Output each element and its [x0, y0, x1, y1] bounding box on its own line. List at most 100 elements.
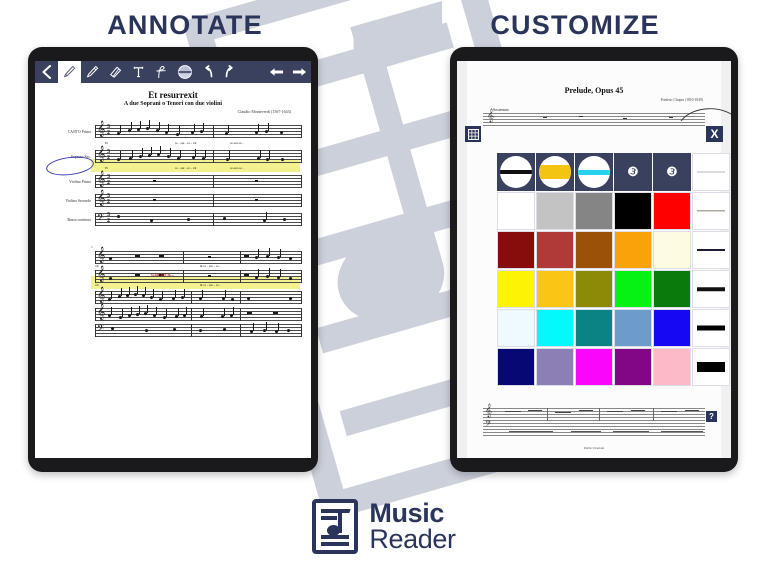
palette-swatch-orange[interactable]	[614, 231, 652, 269]
grid-icon[interactable]	[465, 126, 481, 142]
treble-clef-icon: 𝄞	[97, 171, 106, 187]
staff-violino-primo-sys2[interactable]: 𝄞	[95, 286, 302, 304]
highlighter-icon[interactable]	[81, 61, 104, 83]
palette-swatch-gray[interactable]	[575, 192, 613, 230]
staff-soprano-sec[interactable]: 𝄞 32	[95, 146, 302, 163]
close-x-icon[interactable]: X	[706, 126, 723, 142]
watermark-note-stem	[350, 20, 443, 268]
score-title-right: Prelude, Opus 45	[564, 86, 624, 95]
color-circle-icon[interactable]	[173, 61, 196, 83]
score-system-1: CANTO Primo 𝄞 32 Et re - sur - re - xit …	[45, 120, 302, 229]
palette-swatch-stamp-tool-1[interactable]: ❸	[614, 153, 652, 191]
score-composer: Claudio Monteverdi (1567-1643)	[237, 109, 291, 114]
bass-clef-icon: 𝄢	[97, 323, 105, 336]
palette-swatch-magenta[interactable]	[575, 348, 613, 386]
staff-basso-continuo-sys2[interactable]: 𝄢	[95, 322, 302, 337]
time-signature: 32	[107, 124, 110, 136]
palette-swatch-stamp-tool-2[interactable]: ❸	[653, 153, 691, 191]
score-title: Et resurrexit	[148, 90, 198, 100]
watermark-note-flag	[353, 0, 443, 52]
eraser-icon[interactable]	[104, 61, 127, 83]
palette-swatch-brown[interactable]	[575, 231, 613, 269]
palette-swatch-medium-purple[interactable]	[536, 348, 574, 386]
palette-swatch-dark-green[interactable]	[653, 270, 691, 308]
lyric: re-sur-re -	[230, 141, 244, 145]
stroke-sample	[539, 165, 571, 179]
palette-swatch-black[interactable]	[614, 192, 652, 230]
sheet-music-right[interactable]: Prelude, Opus 45 Frederic Chopin (1810-1…	[457, 61, 731, 458]
staff-violino-primo[interactable]: 𝄞 32	[95, 171, 302, 188]
color-palette-grid[interactable]: ❸❸	[497, 153, 730, 386]
palette-swatch-red[interactable]	[653, 192, 691, 230]
palette-swatch-width-hairline[interactable]	[692, 153, 730, 191]
bottom-staves-group[interactable]: 𝄞 𝄢	[467, 404, 721, 436]
thin-highlighter-preview	[578, 156, 610, 188]
palette-swatch-width-2[interactable]	[692, 231, 730, 269]
redo-icon[interactable]	[219, 61, 242, 83]
lyric: & re - sur - re -	[200, 283, 221, 287]
palette-swatch-highlighter-preview[interactable]	[536, 153, 574, 191]
palette-swatch-yellow[interactable]	[497, 270, 535, 308]
palette-swatch-purple[interactable]	[614, 348, 652, 386]
staff-row: 𝄢	[45, 322, 302, 338]
palette-swatch-olive[interactable]	[575, 270, 613, 308]
time-signature: 32	[107, 149, 110, 161]
staff-canto-primo[interactable]: 𝄞 32	[95, 120, 302, 138]
sheet-music-left[interactable]: Et resurrexit A due Soprani o Tenori con…	[35, 83, 311, 458]
palette-swatch-light-gray[interactable]	[536, 192, 574, 230]
palette-swatch-navy[interactable]	[497, 348, 535, 386]
palette-swatch-white[interactable]	[497, 192, 535, 230]
staff-canto-primo-sys2[interactable]: 𝄞	[95, 248, 302, 264]
help-question-icon[interactable]: ?	[706, 411, 717, 422]
width-sample	[697, 210, 725, 212]
stroke-sample	[578, 169, 610, 175]
treble-clef-icon: 𝄞	[97, 304, 106, 320]
staff-label: CANTO Primo	[67, 129, 91, 134]
palette-swatch-teal[interactable]	[575, 309, 613, 347]
lyric: Et	[105, 141, 109, 145]
pencil-icon[interactable]	[58, 61, 81, 83]
palette-swatch-width-1[interactable]	[692, 192, 730, 230]
tablet-left-screen: Et resurrexit A due Soprani o Tenori con…	[35, 61, 311, 458]
pen-preview	[500, 156, 532, 188]
back-chevron-icon[interactable]	[35, 61, 58, 83]
staff-bottom-2[interactable]: 𝄢	[483, 421, 705, 436]
palette-swatch-azure[interactable]	[497, 309, 535, 347]
time-signature: 32	[107, 193, 110, 205]
palette-swatch-bright-green[interactable]	[614, 270, 652, 308]
palette-swatch-dark-red[interactable]	[497, 231, 535, 269]
palette-swatch-pen-preview[interactable]	[497, 153, 535, 191]
palette-swatch-steel-blue[interactable]	[614, 309, 652, 347]
staff-bottom-1[interactable]: 𝄞	[483, 404, 705, 421]
slur-tool-icon[interactable]	[150, 61, 173, 83]
lyric: re - sur - re - xit	[175, 141, 197, 145]
lyric: re-sur-re -	[230, 166, 244, 170]
score-footer: Public Domain	[583, 446, 605, 450]
tablet-right-device: Prelude, Opus 45 Frederic Chopin (1810-1…	[450, 47, 738, 472]
lyric: & re - sur - re -	[200, 264, 221, 268]
palette-swatch-thin-highlighter-preview[interactable]	[575, 153, 613, 191]
undo-icon[interactable]	[196, 61, 219, 83]
palette-swatch-ivory[interactable]	[653, 231, 691, 269]
palette-swatch-width-5[interactable]	[692, 348, 730, 386]
staff-soprano-sec-sys2[interactable]: 𝄞	[95, 267, 302, 283]
palette-swatch-brick-red[interactable]	[536, 231, 574, 269]
text-annotation: wait for it...	[151, 272, 174, 277]
palette-swatch-width-3[interactable]	[692, 270, 730, 308]
palette-swatch-pink[interactable]	[653, 348, 691, 386]
text-tool-icon[interactable]	[127, 61, 150, 83]
staff-violino-secondo[interactable]: 𝄞 32	[95, 191, 302, 207]
palette-swatch-width-4[interactable]	[692, 309, 730, 347]
prev-page-arrow-icon[interactable]	[265, 61, 288, 83]
score-composer-right: Frederic Chopin (1810-1849)	[660, 98, 703, 102]
score-page[interactable]: Prelude, Opus 45 Frederic Chopin (1810-1…	[465, 61, 731, 458]
palette-swatch-gold[interactable]	[536, 270, 574, 308]
staff-violino-secondo-sys2[interactable]: 𝄞	[95, 304, 302, 321]
staff-basso-continuo[interactable]: 𝄢 32	[95, 212, 302, 226]
palette-swatch-cyan[interactable]	[536, 309, 574, 347]
palette-swatch-blue[interactable]	[653, 309, 691, 347]
staff-top[interactable]: 𝄞	[483, 108, 731, 126]
staff-row: 𝄞	[45, 248, 302, 264]
next-page-arrow-icon[interactable]	[288, 61, 311, 83]
sheet-music-note-icon	[312, 499, 359, 554]
